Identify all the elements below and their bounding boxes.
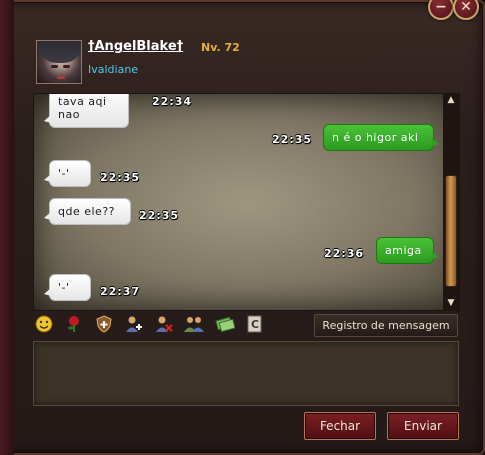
- message-text: tava aqi nao: [58, 95, 107, 121]
- message-time: 22:34: [152, 95, 193, 108]
- message-bubble-incoming: qde ele??: [44, 198, 131, 225]
- window-left-border: [0, 0, 14, 455]
- message-bubble-outgoing: amiga: [376, 237, 439, 264]
- message-bubble-incoming: tava aqi nao: [44, 94, 129, 128]
- message-text: '-': [58, 281, 70, 294]
- rose-icon[interactable]: [64, 314, 84, 334]
- minimize-icon: −: [435, 0, 447, 15]
- message-text: n é o higor aki: [332, 131, 419, 144]
- message-text: amiga: [385, 244, 422, 257]
- add-shield-icon[interactable]: [94, 314, 114, 334]
- svg-text:C: C: [251, 318, 259, 331]
- avatar-hair: [37, 41, 81, 63]
- message-input[interactable]: [33, 341, 459, 406]
- send-button[interactable]: Enviar: [387, 412, 459, 440]
- chat-history[interactable]: tava aqi nao 22:34 n é o higor aki 22:35…: [33, 93, 460, 311]
- player-guild: Ivaldiane: [88, 63, 139, 76]
- player-level: Nv. 72: [201, 41, 240, 54]
- message-time: 22:37: [100, 285, 141, 298]
- scroll-up-arrow-icon[interactable]: ▲: [446, 95, 456, 105]
- copy-c-icon[interactable]: C: [245, 314, 265, 334]
- message-log-label: Registro de mensagem: [322, 319, 450, 332]
- close-button[interactable]: Fechar: [304, 412, 376, 440]
- message-bubble-incoming: '-': [44, 160, 91, 187]
- message-text: qde ele??: [58, 205, 115, 218]
- message-bubble-outgoing: n é o higor aki: [323, 124, 439, 151]
- message-text: '-': [58, 167, 70, 180]
- avatar-mouth: [57, 76, 65, 79]
- close-button-label: Fechar: [319, 419, 361, 433]
- send-button-label: Enviar: [404, 419, 442, 433]
- message-time: 22:36: [324, 247, 365, 260]
- player-name[interactable]: †AngelBlake†: [88, 39, 183, 54]
- scroll-down-arrow-icon[interactable]: ▼: [446, 298, 456, 308]
- money-icon[interactable]: [215, 314, 235, 334]
- close-icon: ✕: [460, 0, 472, 15]
- avatar[interactable]: [36, 40, 82, 84]
- add-friend-icon[interactable]: [124, 314, 144, 334]
- message-time: 22:35: [139, 209, 180, 222]
- message-bubble-incoming: '-': [44, 274, 91, 301]
- message-time: 22:35: [272, 133, 313, 146]
- emoji-icon[interactable]: [34, 314, 54, 334]
- message-time: 22:35: [100, 171, 141, 184]
- message-log-button[interactable]: Registro de mensagem: [314, 314, 458, 337]
- remove-friend-icon[interactable]: [154, 314, 174, 334]
- avatar-eye: [63, 65, 70, 68]
- avatar-eye: [51, 65, 58, 68]
- group-icon[interactable]: [184, 314, 204, 334]
- scrollbar-thumb[interactable]: [445, 175, 457, 287]
